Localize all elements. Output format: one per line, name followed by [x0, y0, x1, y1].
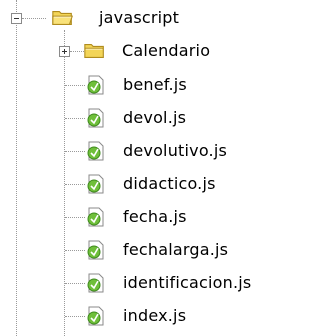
tree-connector	[65, 316, 85, 317]
tree-node-label: fecha.js	[123, 207, 187, 226]
tree-node-label: fechalarga.js	[123, 240, 229, 259]
tree-connector	[70, 51, 84, 52]
tree-connector	[65, 118, 85, 119]
tree-node-file[interactable]: benef.js	[0, 73, 283, 99]
tree-node-label: devolutivo.js	[123, 141, 228, 160]
tree-node-file[interactable]: fechalarga.js	[0, 238, 283, 264]
js-file-icon	[87, 273, 104, 293]
tree-node-label: index.js	[123, 306, 187, 325]
tree-node-file[interactable]: index.js	[0, 304, 283, 330]
tree-node-file[interactable]: fecha.js	[0, 205, 283, 231]
tree-node-file[interactable]: devol.js	[0, 106, 283, 132]
folder-open-icon	[52, 10, 73, 26]
tree-connector	[22, 18, 46, 19]
expand-toggle[interactable]	[59, 46, 70, 57]
tree-node-file[interactable]: didactico.js	[0, 172, 283, 198]
tree-node-label: Calendario	[122, 41, 211, 60]
tree-connector	[65, 217, 85, 218]
js-file-icon	[87, 240, 104, 260]
tree-node-file[interactable]: devolutivo.js	[0, 139, 283, 165]
tree-connector	[65, 283, 85, 284]
tree-node-javascript[interactable]: javascript	[0, 6, 283, 32]
tree-connector	[65, 184, 85, 185]
js-file-icon	[87, 207, 104, 227]
js-file-icon	[87, 306, 104, 326]
js-file-icon	[87, 141, 104, 161]
tree-node-label: benef.js	[123, 75, 187, 94]
file-tree: javascript Calendario benef.js devol.js …	[0, 0, 283, 336]
tree-node-calendario[interactable]: Calendario	[0, 39, 283, 65]
tree-node-label: devol.js	[123, 108, 187, 127]
js-file-icon	[87, 108, 104, 128]
js-file-icon	[87, 75, 104, 95]
folder-icon	[84, 43, 104, 59]
tree-connector	[65, 151, 85, 152]
tree-connector	[65, 250, 85, 251]
js-file-icon	[87, 174, 104, 194]
tree-connector	[65, 85, 85, 86]
tree-node-label: identificacion.js	[123, 273, 252, 292]
tree-node-label: javascript	[99, 8, 180, 27]
tree-node-file[interactable]: identificacion.js	[0, 271, 283, 297]
collapse-toggle[interactable]	[11, 13, 22, 24]
tree-node-label: didactico.js	[123, 174, 216, 193]
